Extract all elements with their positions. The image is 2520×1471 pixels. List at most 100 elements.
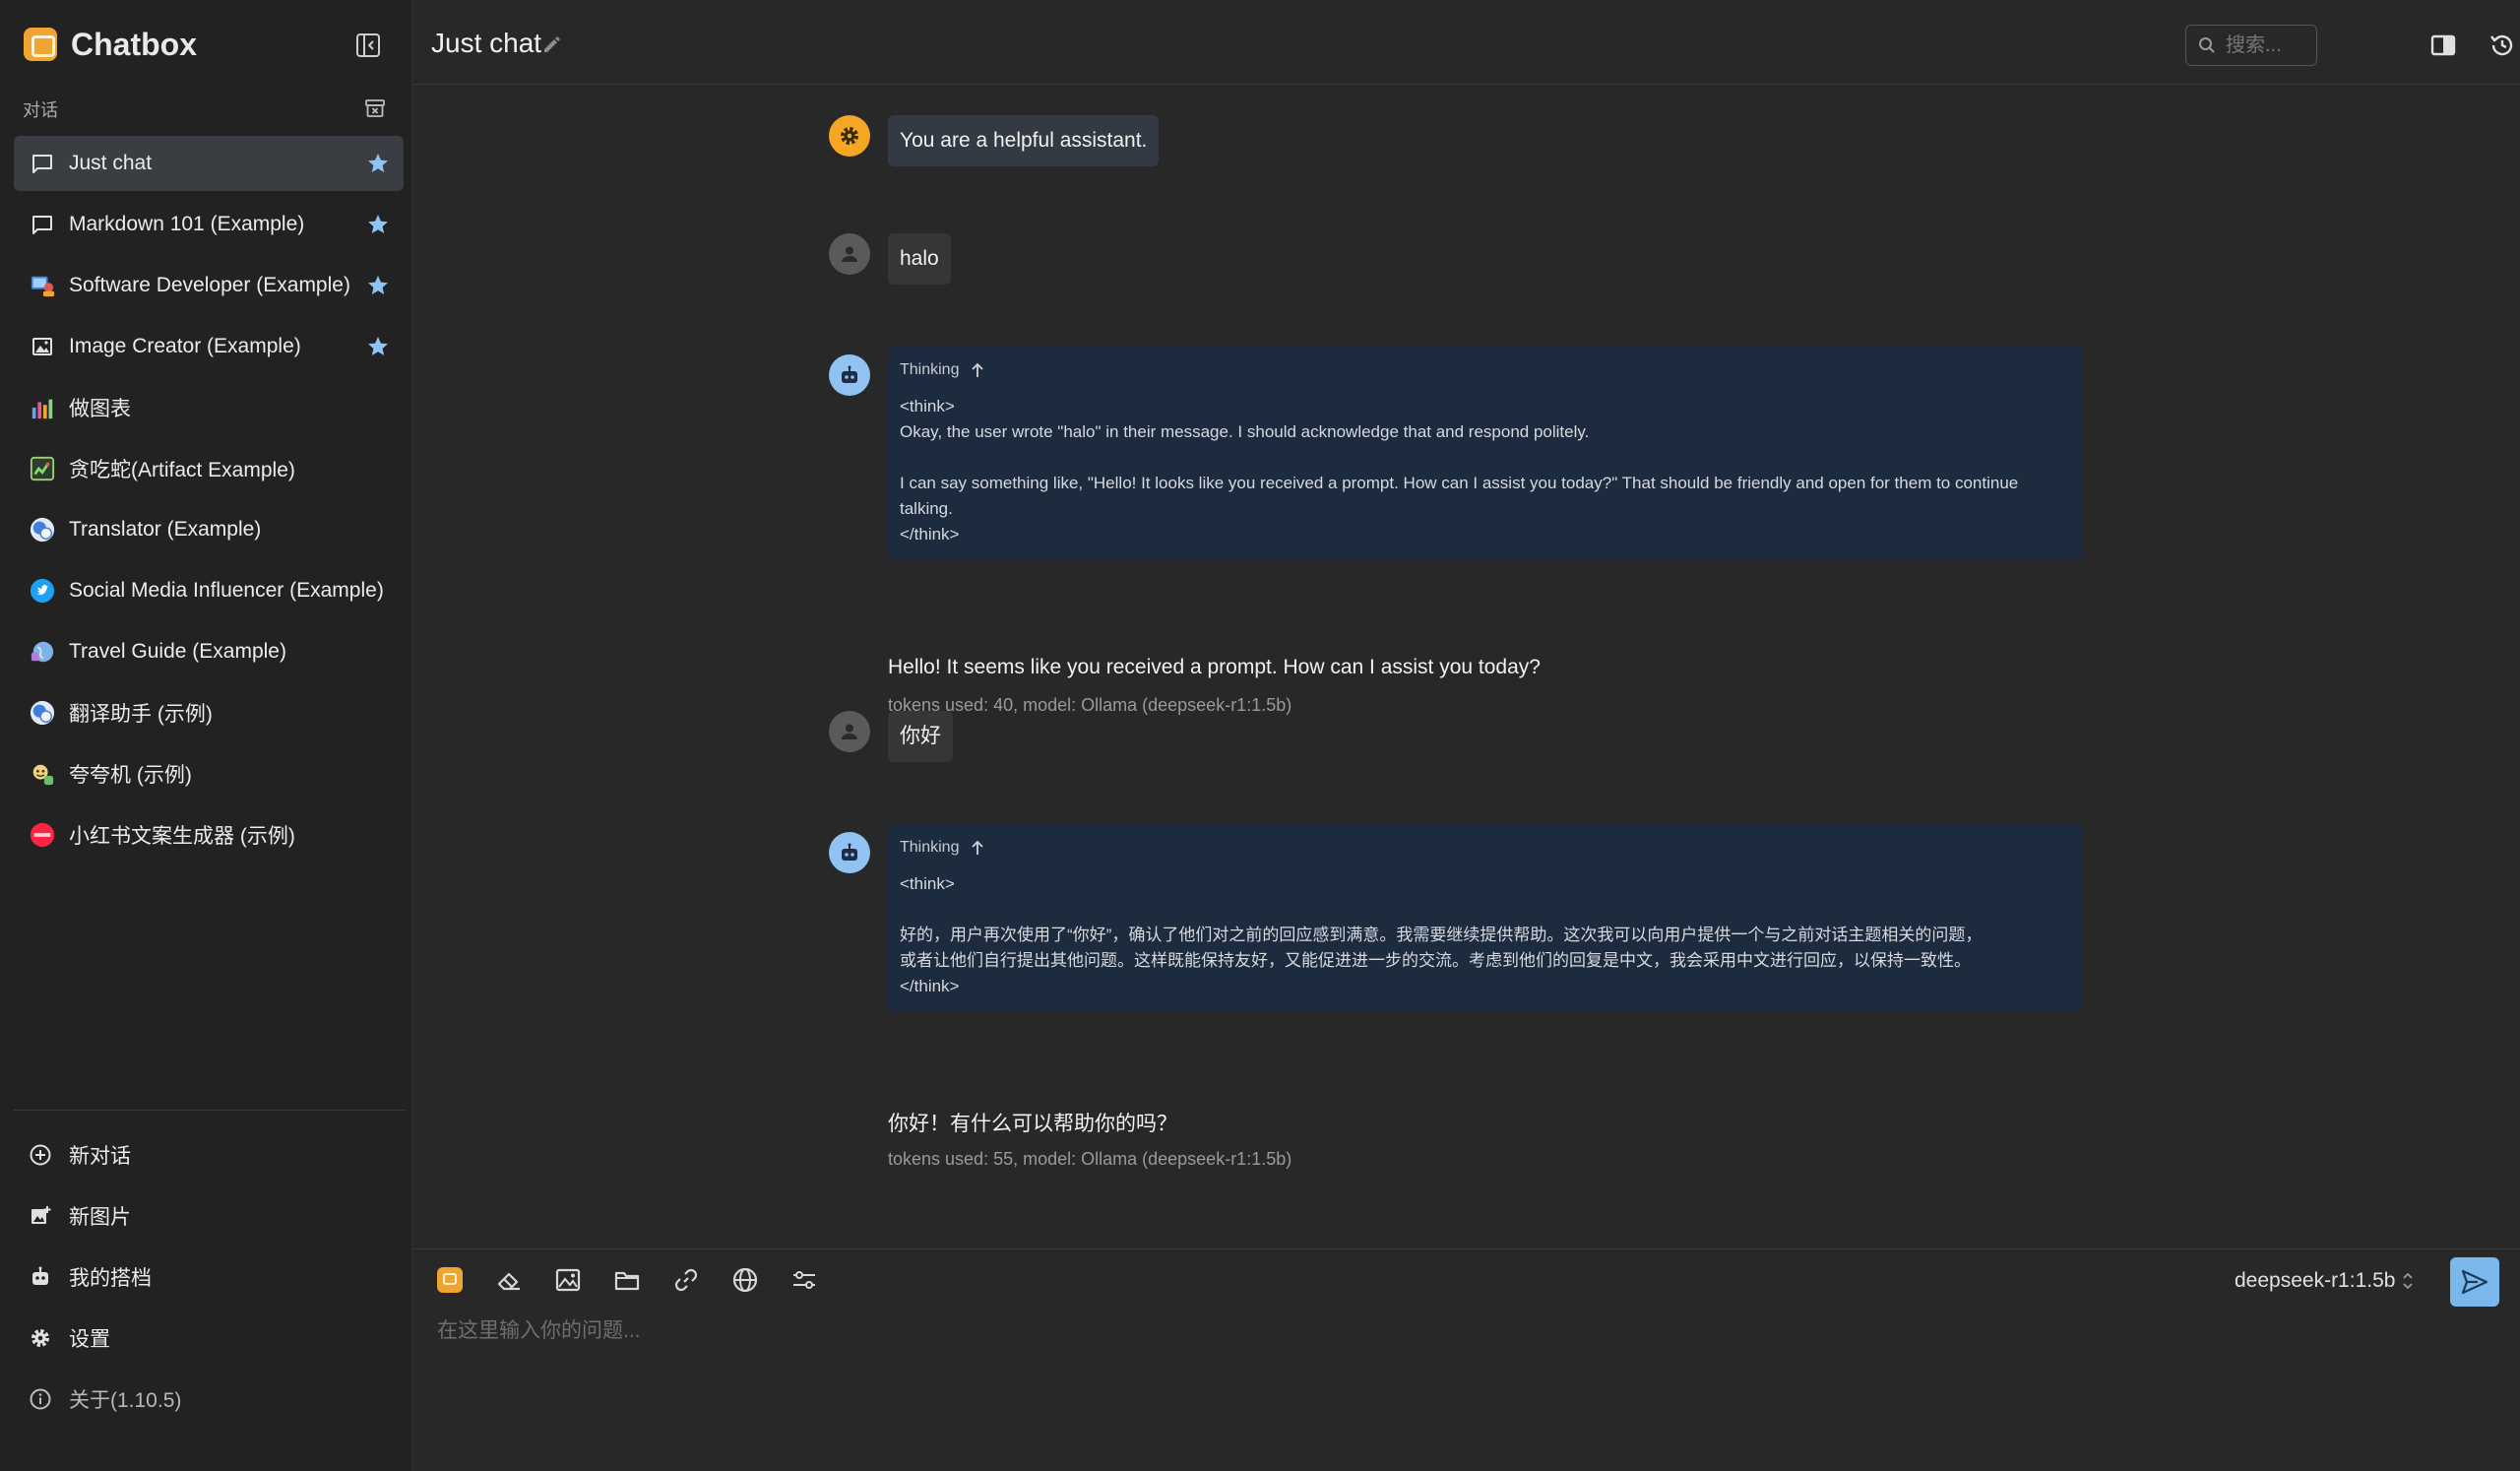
- developer-avatar-icon: [30, 273, 55, 298]
- conversation-item-snake[interactable]: 贪吃蛇(Artifact Example): [14, 441, 404, 496]
- thinking-block: Thinking <think> Okay, the user wrote "h…: [888, 347, 2083, 559]
- image-icon: [30, 334, 55, 359]
- conversation-item-markdown-101[interactable]: Markdown 101 (Example): [14, 197, 404, 252]
- star-icon[interactable]: [366, 274, 390, 297]
- info-icon: [28, 1386, 53, 1412]
- conversation-label: 夸夸机 (示例): [69, 764, 192, 787]
- chat-bubble-icon: [30, 212, 55, 237]
- conversations-section-label: 对话: [23, 100, 58, 120]
- app-name: Chatbox: [71, 26, 197, 62]
- thinking-toggle[interactable]: Thinking: [900, 360, 2071, 380]
- conversation-label: 做图表: [69, 398, 131, 420]
- conversation-item-social-media[interactable]: Social Media Influencer (Example): [14, 563, 404, 618]
- split-view-icon: [2430, 34, 2456, 56]
- add-image-icon: [28, 1203, 53, 1229]
- my-copilots-button[interactable]: 我的搭档: [14, 1247, 404, 1308]
- clear-conversations-button[interactable]: [364, 97, 386, 119]
- thinking-block: Thinking <think> 好的，用户再次使用了“你好”，确认了他们对之前…: [888, 824, 2083, 1011]
- chat-settings-button[interactable]: [788, 1263, 821, 1297]
- settings-button[interactable]: 设置: [14, 1308, 404, 1369]
- sidebar: Chatbox 对话 Just chat Markdown 101 (Examp…: [0, 0, 412, 1471]
- conversation-label: Image Creator (Example): [69, 335, 301, 357]
- new-chat-label: 新对话: [69, 1145, 131, 1168]
- conversation-label: 小红书文案生成器 (示例): [69, 825, 295, 848]
- robot-icon: [28, 1264, 53, 1290]
- conversation-item-chart[interactable]: 做图表: [14, 380, 404, 435]
- star-icon[interactable]: [366, 335, 390, 358]
- copilot-picker-button[interactable]: [433, 1263, 467, 1297]
- conversation-label: 贪吃蛇(Artifact Example): [69, 459, 295, 481]
- user-avatar: [829, 233, 870, 275]
- conversation-label: Markdown 101 (Example): [69, 213, 305, 235]
- person-icon: [842, 246, 857, 262]
- conversation-item-travel-guide[interactable]: Travel Guide (Example): [14, 624, 404, 679]
- translator-avatar-icon: [30, 517, 55, 543]
- plus-circle-icon: [28, 1142, 53, 1168]
- eraser-icon: [497, 1272, 520, 1291]
- conversation-item-image-creator[interactable]: Image Creator (Example): [14, 319, 404, 374]
- thinking-toggle[interactable]: Thinking: [900, 838, 2071, 858]
- star-icon[interactable]: [366, 152, 390, 175]
- system-avatar: [829, 115, 870, 157]
- thinking-content: <think> Okay, the user wrote "halo" in t…: [900, 397, 2019, 544]
- chatbox-logo-icon: [437, 1267, 463, 1293]
- pencil-icon: [544, 36, 560, 52]
- edit-title-button[interactable]: [541, 33, 563, 55]
- history-button[interactable]: [2487, 30, 2518, 61]
- assistant-avatar: [829, 354, 870, 396]
- sidebar-bottom-menu: 新对话 新图片 我的搭档 设置 关于(1.10.5): [14, 1124, 404, 1430]
- xiaohongshu-avatar-icon: [30, 822, 55, 848]
- star-icon[interactable]: [366, 213, 390, 236]
- globe-avatar-icon: [30, 639, 55, 665]
- new-chat-button[interactable]: 新对话: [14, 1124, 404, 1185]
- chatbox-logo-icon: [24, 28, 57, 61]
- conversation-label: Social Media Influencer (Example): [69, 579, 384, 602]
- assistant-reply-text: 你好！有什么可以帮助你的吗？: [888, 1113, 1177, 1135]
- conversation-label: Travel Guide (Example): [69, 640, 286, 663]
- sidebar-collapse-icon: [356, 33, 380, 57]
- conversation-item-software-developer[interactable]: Software Developer (Example): [14, 258, 404, 313]
- conversation-item-translation-assistant[interactable]: 翻译助手 (示例): [14, 685, 404, 740]
- toggle-split-view-button[interactable]: [2427, 30, 2459, 61]
- assistant-reply-text: Hello! It seems like you received a prom…: [888, 656, 1541, 678]
- search-input[interactable]: [2226, 33, 2304, 57]
- conversation-item-xiaohongshu[interactable]: 小红书文案生成器 (示例): [14, 807, 404, 863]
- send-button[interactable]: [2450, 1257, 2499, 1307]
- model-name: deepseek-r1:1.5b: [2235, 1269, 2396, 1292]
- web-browsing-button[interactable]: [728, 1263, 762, 1297]
- conversation-item-translator[interactable]: Translator (Example): [14, 502, 404, 557]
- attach-file-button[interactable]: [610, 1263, 644, 1297]
- search-icon: [2199, 37, 2215, 53]
- chevron-up-down-icon: [2403, 1272, 2414, 1290]
- translator-avatar-icon: [30, 700, 55, 726]
- send-icon: [2461, 1269, 2488, 1295]
- settings-label: 设置: [69, 1328, 110, 1351]
- clear-context-button[interactable]: [492, 1263, 526, 1297]
- attach-image-button[interactable]: [551, 1263, 585, 1297]
- thinking-label: Thinking: [900, 839, 960, 856]
- composer: deepseek-r1:1.5b: [413, 1248, 2520, 1471]
- thinking-label: Thinking: [900, 361, 960, 378]
- gear-icon: [28, 1325, 53, 1351]
- snake-game-avatar-icon: [30, 456, 55, 481]
- praise-avatar-icon: [30, 761, 55, 787]
- model-selector[interactable]: deepseek-r1:1.5b: [2235, 1269, 2415, 1293]
- conversation-item-just-chat[interactable]: Just chat: [14, 136, 404, 191]
- message-input[interactable]: [437, 1314, 2485, 1442]
- chatbox-app: Chatbox 对话 Just chat Markdown 101 (Examp…: [0, 0, 2520, 1471]
- about-label: 关于(1.10.5): [69, 1389, 182, 1412]
- attach-link-button[interactable]: [669, 1263, 703, 1297]
- user-avatar: [829, 711, 870, 752]
- conversation-item-praise-bot[interactable]: 夸夸机 (示例): [14, 746, 404, 801]
- twitter-bird-icon: [30, 578, 55, 604]
- chart-avatar-icon: [30, 395, 55, 420]
- search-box[interactable]: [2185, 25, 2317, 66]
- history-icon: [2490, 34, 2513, 56]
- brand: Chatbox: [24, 24, 197, 65]
- about-button[interactable]: 关于(1.10.5): [14, 1369, 404, 1430]
- new-image-button[interactable]: 新图片: [14, 1185, 404, 1247]
- archive-icon: [365, 99, 385, 117]
- robot-icon: [842, 365, 857, 383]
- image-icon: [555, 1268, 581, 1292]
- collapse-sidebar-button[interactable]: [354, 32, 382, 59]
